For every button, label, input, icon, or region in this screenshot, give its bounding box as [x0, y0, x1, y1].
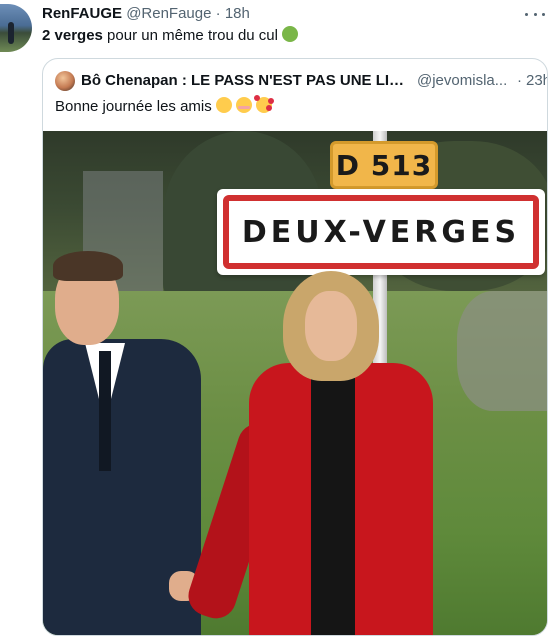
tweet-text-rest: pour un même trou du cul	[102, 27, 283, 44]
man-tie	[99, 351, 111, 471]
more-options-icon[interactable]	[525, 6, 545, 22]
smiling-face-icon	[236, 97, 253, 113]
separator-dot: ·	[215, 5, 221, 22]
author-avatar[interactable]	[0, 4, 32, 52]
photo-rocks	[457, 291, 547, 411]
dot-icon	[525, 12, 528, 16]
smiling-face-with-hearts-icon	[254, 95, 273, 113]
photo-man	[43, 251, 203, 635]
tweet-text: 2 verges pour un même trou du cul	[42, 26, 299, 46]
nauseated-face-icon	[282, 26, 299, 42]
road-number-sign: D 513	[330, 141, 438, 189]
town-name-sign: DEUX-VERGES	[217, 189, 545, 275]
quoted-text-content: Bonne journée les amis	[55, 98, 216, 115]
quoted-author-name: Bô Chenapan : LE PASS N'EST PAS UNE LIB.…	[81, 72, 411, 89]
quoted-tweet[interactable]: Bô Chenapan : LE PASS N'EST PAS UNE LIB.…	[42, 58, 548, 636]
road-number-text: D 513	[335, 148, 433, 182]
winking-face-icon	[215, 97, 232, 113]
quoted-tweet-text: Bonne journée les amis	[55, 95, 273, 117]
quoted-author-handle: @jevomisla...	[417, 72, 508, 89]
separator-dot: ·	[517, 72, 522, 89]
man-hair	[53, 251, 123, 281]
dot-icon	[533, 12, 537, 16]
dot-icon	[542, 12, 545, 16]
quoted-author-avatar	[55, 71, 75, 91]
town-sign-border: DEUX-VERGES	[223, 195, 539, 269]
photo-woman	[183, 271, 433, 635]
author-handle[interactable]: @RenFauge	[126, 5, 211, 22]
town-name-text: DEUX-VERGES	[241, 214, 521, 250]
avatar-figure	[8, 22, 14, 44]
woman-face	[305, 291, 357, 361]
woman-black-top	[311, 371, 355, 635]
quoted-tweet-timestamp: 23h	[526, 72, 547, 89]
quoted-tweet-header: Bô Chenapan : LE PASS N'EST PAS UNE LIB.…	[55, 71, 547, 91]
tweet-header: RenFAUGE @RenFauge · 18h	[42, 4, 250, 24]
tweet[interactable]: RenFAUGE @RenFauge · 18h 2 verges pour u…	[0, 0, 557, 641]
author-name[interactable]: RenFAUGE	[42, 5, 122, 22]
tweet-text-bold: 2 verges	[42, 27, 103, 44]
tweet-timestamp[interactable]: 18h	[225, 5, 250, 22]
tweet-photo[interactable]: D 513 DEUX-VERGES	[43, 131, 547, 635]
